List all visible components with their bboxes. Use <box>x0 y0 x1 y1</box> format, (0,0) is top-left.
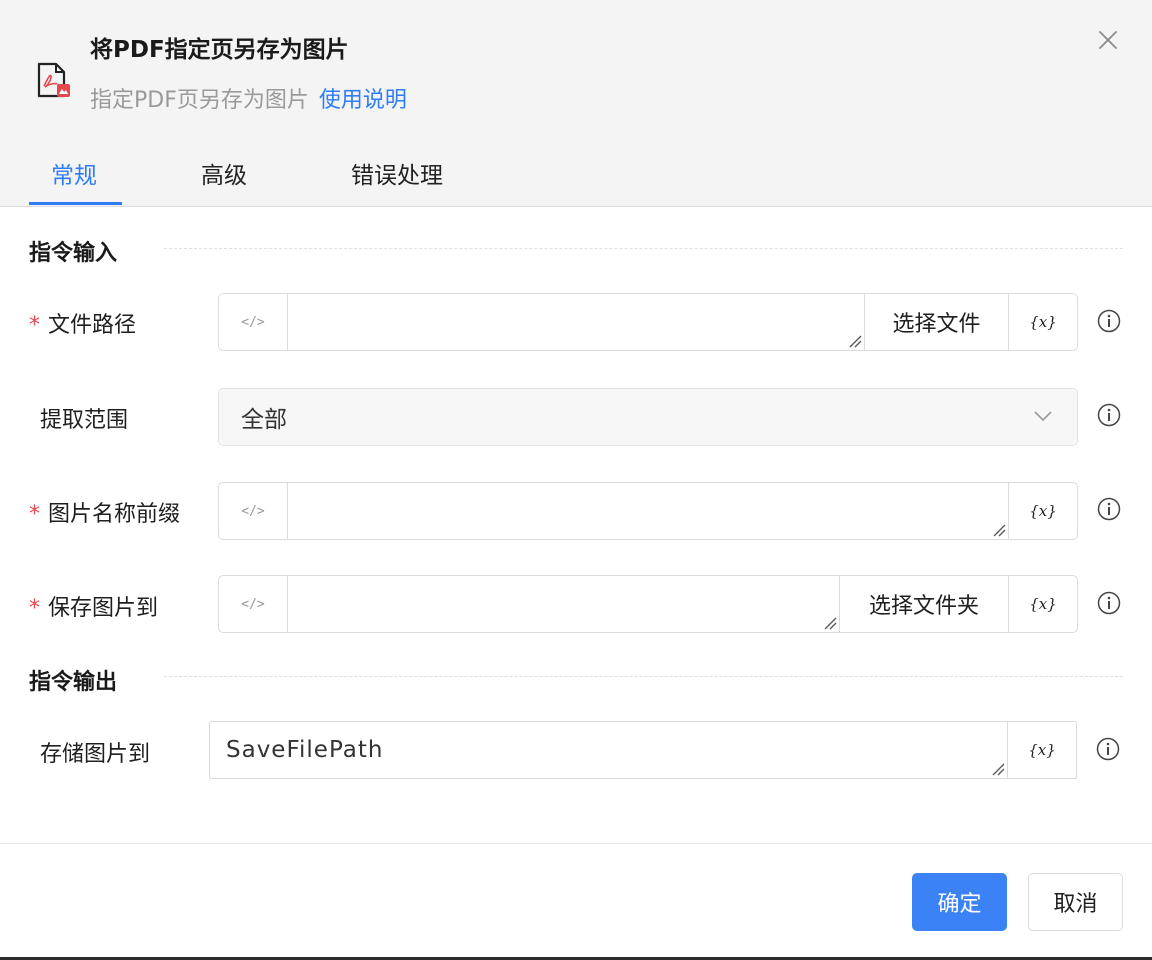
confirm-button[interactable]: 确定 <box>912 873 1007 931</box>
extract-range-label: 提取范围 <box>40 408 129 433</box>
resize-grip-icon[interactable] <box>848 334 862 348</box>
file-path-input[interactable] <box>288 294 864 350</box>
tab-general[interactable]: 常规 <box>51 156 97 190</box>
help-link[interactable]: 使用说明 <box>319 88 407 113</box>
variable-icon[interactable]: {x} <box>1007 722 1076 778</box>
tab-error-handling[interactable]: 错误处理 <box>351 156 443 190</box>
section-output-title: 指令输出 <box>29 670 118 695</box>
save-to-input[interactable] <box>288 576 839 632</box>
pdf-file-icon <box>37 62 70 98</box>
image-prefix-label: * 图片名称前缀 <box>29 496 180 528</box>
image-prefix-label-text: 图片名称前缀 <box>48 502 181 527</box>
close-icon[interactable] <box>1094 26 1122 54</box>
info-icon[interactable] <box>1097 591 1121 615</box>
variable-icon[interactable]: {x} <box>1008 294 1077 350</box>
save-to-field: </> 选择文件夹 {x} <box>218 575 1078 633</box>
required-mark: * <box>29 313 40 338</box>
dialog-description: 指定PDF页另存为图片 <box>90 88 309 113</box>
active-tab-indicator <box>29 202 122 205</box>
file-path-label: * 文件路径 <box>29 307 136 339</box>
code-icon[interactable]: </> <box>219 576 288 632</box>
store-path-value: SaveFilePath <box>226 737 384 763</box>
resize-grip-icon[interactable] <box>823 616 837 630</box>
required-mark: * <box>29 502 40 527</box>
resize-grip-icon[interactable] <box>991 762 1005 776</box>
info-icon[interactable] <box>1097 309 1121 333</box>
store-path-field: SaveFilePath {x} <box>209 721 1077 779</box>
section-divider <box>164 248 1123 249</box>
file-path-field: </> 选择文件 {x} <box>218 293 1078 351</box>
dialog-subtitle: 指定PDF页另存为图片 使用说明 <box>90 82 407 114</box>
image-prefix-field: </> {x} <box>218 482 1078 540</box>
store-path-label: 存储图片到 <box>40 742 151 767</box>
info-icon[interactable] <box>1097 403 1121 427</box>
section-input-title: 指令输入 <box>29 241 118 266</box>
variable-icon[interactable]: {x} <box>1008 576 1077 632</box>
code-icon[interactable]: </> <box>219 483 288 539</box>
store-path-input[interactable]: SaveFilePath <box>210 722 1007 778</box>
extract-range-select[interactable]: 全部 <box>218 388 1078 446</box>
file-path-label-text: 文件路径 <box>48 313 137 338</box>
tab-bar: 常规 高级 错误处理 <box>0 140 1152 207</box>
footer-divider <box>0 843 1152 844</box>
save-to-label-text: 保存图片到 <box>48 596 159 621</box>
chevron-down-icon <box>1034 411 1052 422</box>
section-divider <box>164 676 1123 677</box>
info-icon[interactable] <box>1096 737 1120 761</box>
info-icon[interactable] <box>1097 497 1121 521</box>
resize-grip-icon[interactable] <box>992 523 1006 537</box>
variable-icon[interactable]: {x} <box>1008 483 1077 539</box>
code-icon[interactable]: </> <box>219 294 288 350</box>
cancel-button[interactable]: 取消 <box>1028 873 1123 931</box>
tab-advanced[interactable]: 高级 <box>201 156 247 190</box>
select-folder-button[interactable]: 选择文件夹 <box>839 576 1008 632</box>
dialog-header: 将PDF指定页另存为图片 指定PDF页另存为图片 使用说明 常规 高级 错误处理 <box>0 0 1152 207</box>
save-to-label: * 保存图片到 <box>29 590 158 622</box>
dialog-title: 将PDF指定页另存为图片 <box>90 37 349 63</box>
image-prefix-input[interactable] <box>288 483 1008 539</box>
extract-range-value: 全部 <box>241 407 287 433</box>
select-file-button[interactable]: 选择文件 <box>864 294 1008 350</box>
required-mark: * <box>29 596 40 621</box>
